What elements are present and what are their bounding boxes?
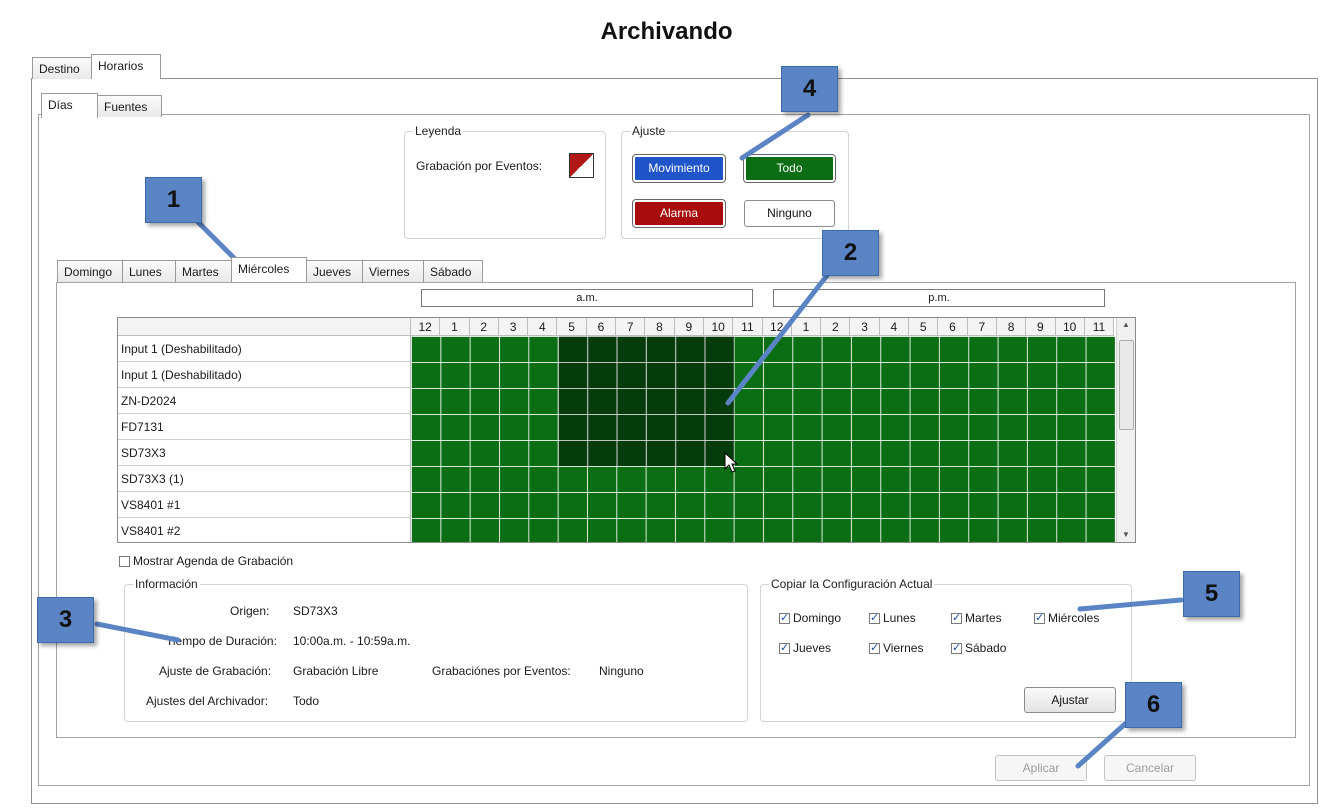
callout-3-arrow bbox=[94, 621, 181, 643]
callout-4: 4 bbox=[781, 66, 838, 112]
callout-1-arrow bbox=[193, 217, 241, 265]
tab-dias[interactable]: Días bbox=[41, 93, 98, 118]
tab-miercoles[interactable]: Miércoles bbox=[231, 257, 307, 282]
callout-3: 3 bbox=[37, 597, 94, 643]
callout-5: 5 bbox=[1183, 571, 1240, 617]
callout-4-arrow bbox=[739, 112, 811, 161]
callout-5-arrow bbox=[1077, 597, 1184, 612]
callout-1: 1 bbox=[145, 177, 202, 223]
callout-2: 2 bbox=[822, 230, 879, 276]
callout-6: 6 bbox=[1125, 682, 1182, 728]
callout-2-arrow bbox=[725, 266, 835, 406]
tab-horarios[interactable]: Horarios bbox=[91, 54, 161, 79]
callout-6-arrow bbox=[1075, 721, 1128, 769]
